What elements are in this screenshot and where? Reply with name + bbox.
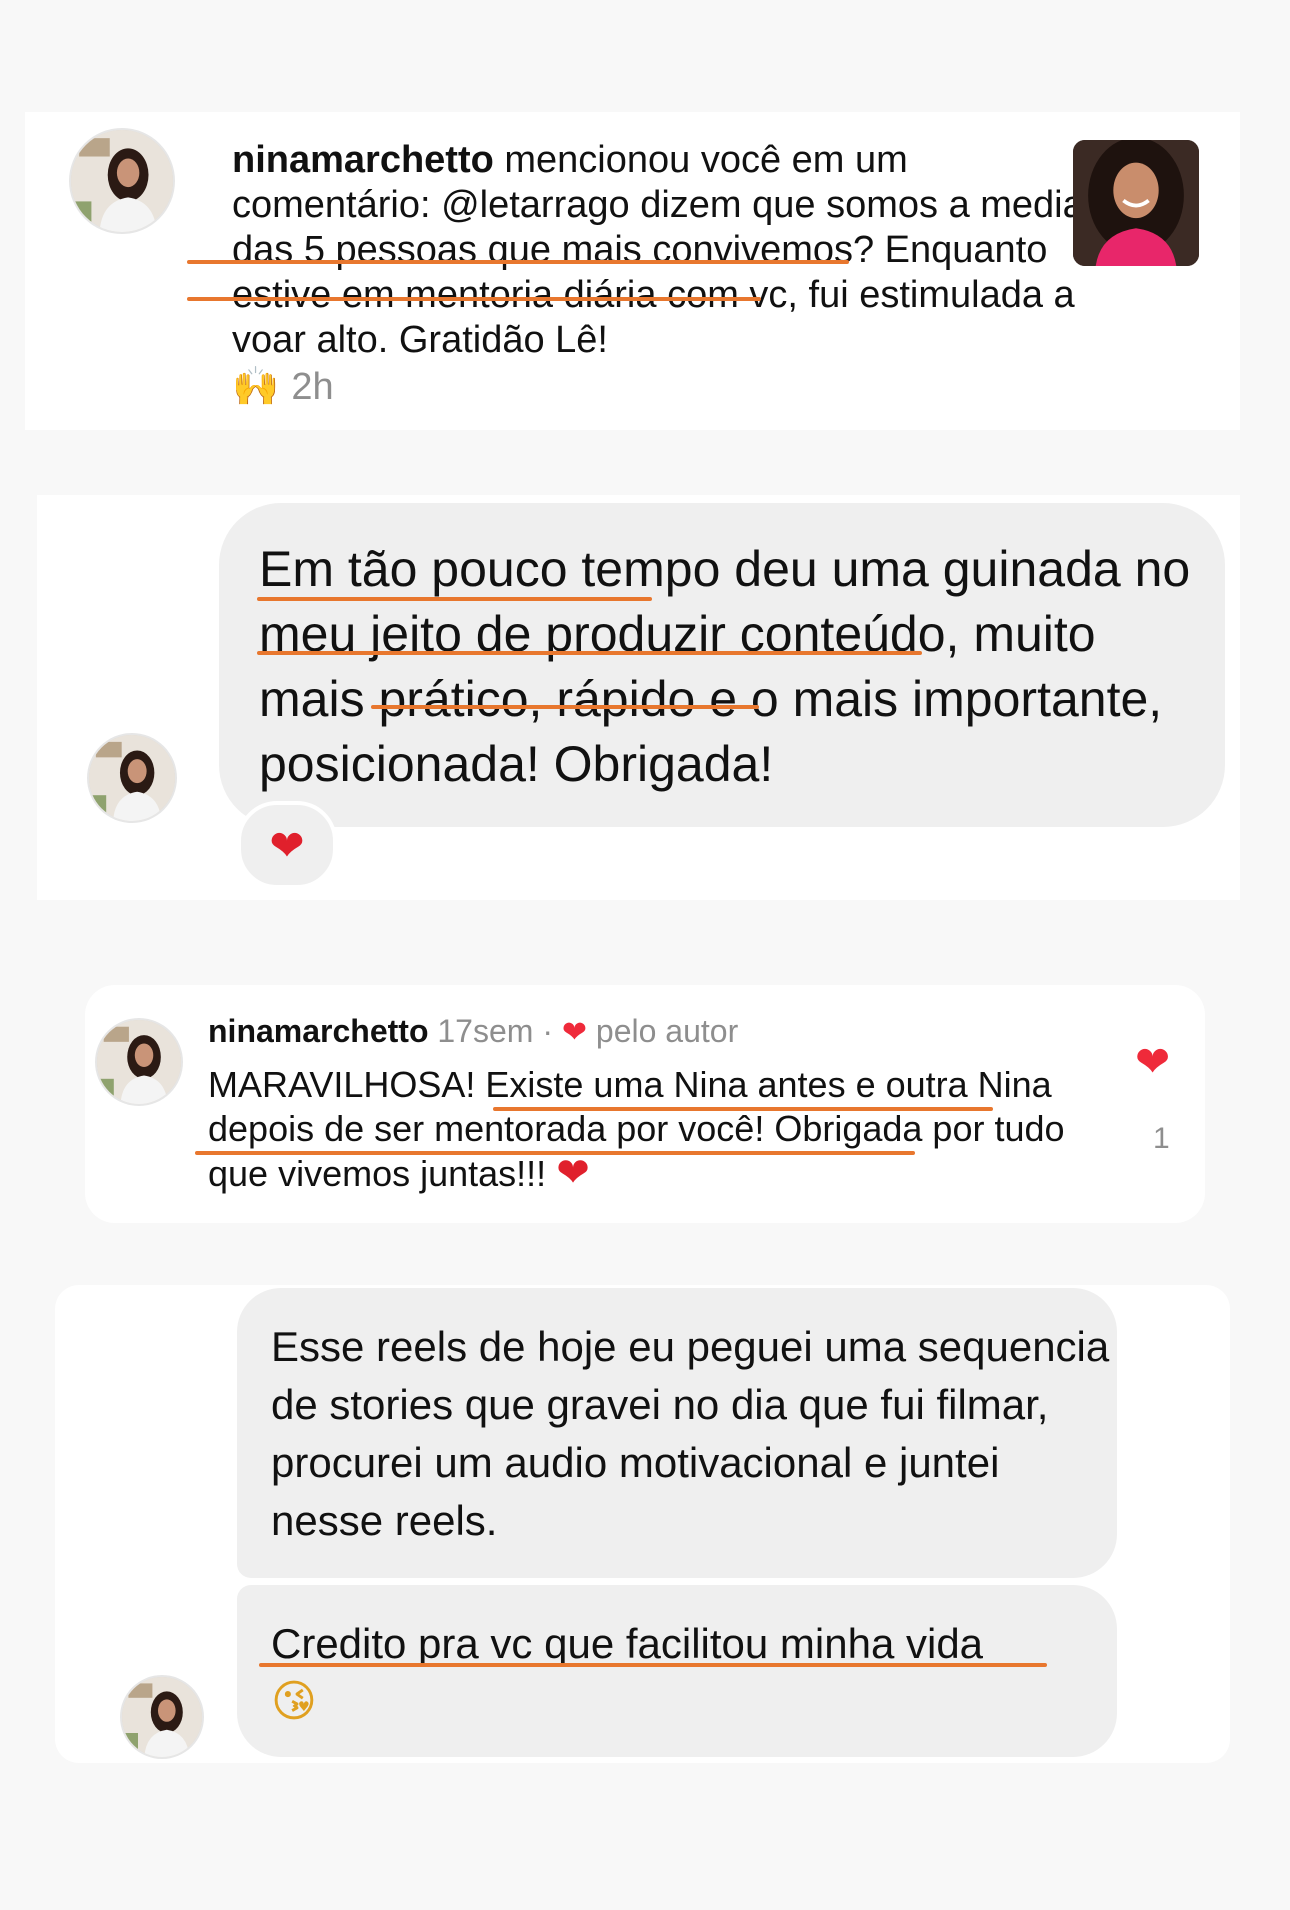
highlight-underline <box>195 1151 915 1155</box>
kiss-emoji-icon: 😘 <box>271 1676 317 1727</box>
message-bubble[interactable]: Credito pra vc que facilitou minha vida 😘 <box>237 1585 1117 1757</box>
comment-username[interactable]: ninamarchetto <box>208 1013 428 1049</box>
heart-emoji-icon: ❤ <box>556 1150 590 1196</box>
message-text: Esse reels de hoje eu peguei uma sequenc… <box>271 1323 1110 1544</box>
avatar[interactable] <box>71 130 173 232</box>
message-body: Credito pra vc que facilitou minha vida <box>271 1620 984 1667</box>
message-card: Em tão pouco tempo deu uma guinada no me… <box>37 495 1240 900</box>
message-text: Em tão pouco tempo deu uma guinada no me… <box>259 541 1191 792</box>
highlight-underline <box>259 1663 1047 1667</box>
highlight-underline <box>187 260 849 264</box>
comment-time: 17sem <box>437 1013 534 1049</box>
profile-photo <box>71 130 173 232</box>
highlight-underline <box>371 705 759 709</box>
heart-reaction-icon[interactable]: ❤ <box>237 801 337 889</box>
notification-time: 2h <box>291 366 334 408</box>
avatar[interactable] <box>89 735 175 821</box>
message-card: Esse reels de hoje eu peguei uma sequenc… <box>55 1285 1230 1763</box>
highlight-underline <box>257 597 652 601</box>
comment-text: MARAVILHOSA! Existe uma Nina antes e out… <box>208 1063 1068 1196</box>
profile-photo <box>97 1020 181 1104</box>
highlight-underline <box>257 651 922 655</box>
heart-icon: ❤ <box>561 1015 587 1050</box>
liked-by-author: pelo autor <box>595 1013 739 1049</box>
profile-photo <box>89 735 175 821</box>
highlight-underline <box>493 1107 993 1111</box>
comment-header: ninamarchetto 17sem · ❤ pelo autor <box>208 1011 738 1053</box>
message-bubble[interactable]: Esse reels de hoje eu peguei uma sequenc… <box>237 1288 1117 1578</box>
post-photo <box>1073 140 1199 266</box>
notification-meta: 🙌 2h <box>232 364 334 410</box>
notification-text: ninamarchetto mencionou você em um comen… <box>232 138 1092 363</box>
comment-body: MARAVILHOSA! Existe uma Nina antes e out… <box>208 1064 1065 1194</box>
post-thumbnail[interactable] <box>1073 140 1199 266</box>
mention-notification[interactable]: ninamarchetto mencionou você em um comen… <box>25 112 1240 430</box>
avatar[interactable] <box>122 1677 202 1757</box>
raised-hands-icon: 🙌 <box>232 364 280 408</box>
avatar[interactable] <box>97 1020 181 1104</box>
profile-photo <box>122 1677 202 1757</box>
like-count: 1 <box>1153 1122 1170 1155</box>
message-bubble[interactable]: Em tão pouco tempo deu uma guinada no me… <box>219 503 1225 827</box>
comment-card: ninamarchetto 17sem · ❤ pelo autor MARAV… <box>85 985 1205 1223</box>
highlight-underline <box>187 297 761 301</box>
like-heart-icon[interactable]: ❤ <box>1135 1037 1170 1086</box>
message-text: Credito pra vc que facilitou minha vida 😘 <box>271 1615 1111 1731</box>
separator: · <box>542 1013 553 1049</box>
notification-username[interactable]: ninamarchetto <box>232 139 494 181</box>
